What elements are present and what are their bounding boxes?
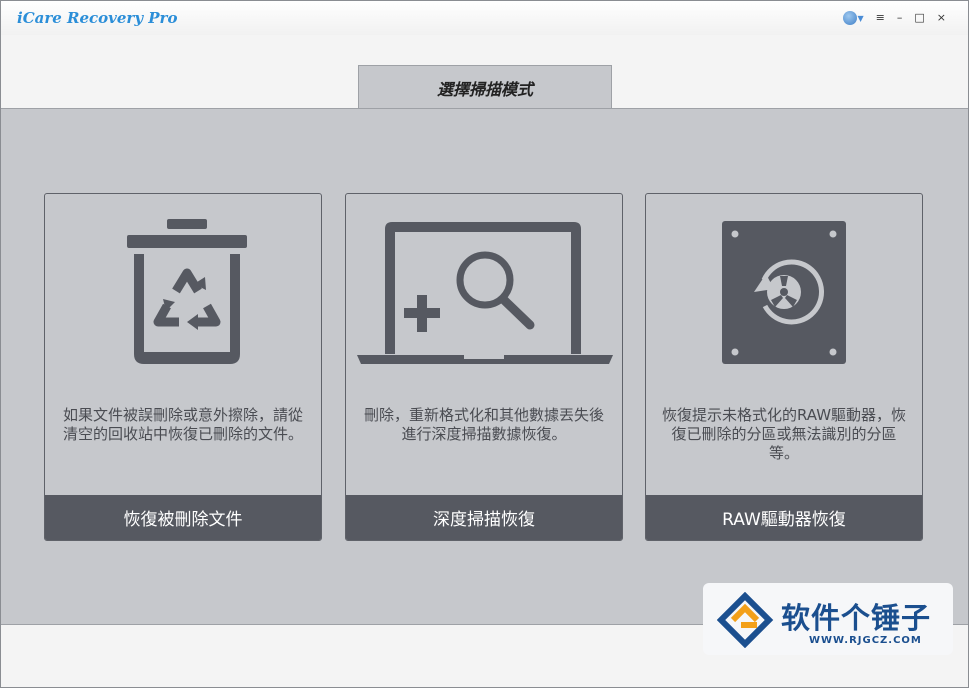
card-deep-scan[interactable]: 刪除，重新格式化和其他數據丟失後進行深度掃描數據恢復。 深度掃描恢復 <box>345 193 623 541</box>
deep-scan-button[interactable]: 深度掃描恢復 <box>346 495 622 540</box>
title-bar: iCare Recovery Pro ▼ ≡ – □ × <box>1 1 968 35</box>
globe-icon <box>842 11 857 25</box>
raw-drive-recovery-button[interactable]: RAW驅動器恢復 <box>646 495 922 540</box>
menu-button[interactable]: ≡ <box>876 10 885 26</box>
watermark: 软件个锤子 WWW.RJGCZ.COM <box>703 583 953 655</box>
undelete-button[interactable]: 恢復被刪除文件 <box>45 495 321 540</box>
watermark-url: WWW.RJGCZ.COM <box>809 635 922 646</box>
scan-mode-label: 選擇掃描模式 <box>436 79 533 99</box>
card-raw-drive[interactable]: 恢復提示未格式化的RAW驅動器，恢復已刪除的分區或無法識別的分區等。 RAW驅動… <box>645 193 923 541</box>
language-selector[interactable]: ▼ <box>842 11 864 25</box>
close-button[interactable]: × <box>937 10 946 26</box>
maximize-button[interactable]: □ <box>914 10 924 26</box>
recycle-bin-icon <box>127 219 247 364</box>
hard-drive-restore-icon <box>722 221 846 364</box>
card-deep-scan-description: 刪除，重新格式化和其他數據丟失後進行深度掃描數據恢復。 <box>363 406 604 443</box>
minimize-button[interactable]: – <box>897 10 903 26</box>
card-undelete[interactable]: 如果文件被誤刪除或意外擦除，請從清空的回收站中恢復已刪除的文件。 恢復被刪除文件 <box>44 193 322 541</box>
app-title: iCare Recovery Pro <box>17 9 178 27</box>
chevron-down-icon: ▼ <box>857 13 864 23</box>
scan-mode-panel: 如果文件被誤刪除或意外擦除，請從清空的回收站中恢復已刪除的文件。 恢復被刪除文件… <box>1 108 968 625</box>
card-undelete-description: 如果文件被誤刪除或意外擦除，請從清空的回收站中恢復已刪除的文件。 <box>62 406 303 443</box>
watermark-text: 软件个锤子 <box>781 601 932 635</box>
watermark-logo-icon <box>717 592 774 648</box>
window-controls: ▼ ≡ – □ × <box>842 10 946 26</box>
laptop-search-icon <box>357 222 613 364</box>
scan-mode-tab: 選擇掃描模式 <box>358 65 612 109</box>
card-raw-drive-description: 恢復提示未格式化的RAW驅動器，恢復已刪除的分區或無法識別的分區等。 <box>661 406 907 462</box>
